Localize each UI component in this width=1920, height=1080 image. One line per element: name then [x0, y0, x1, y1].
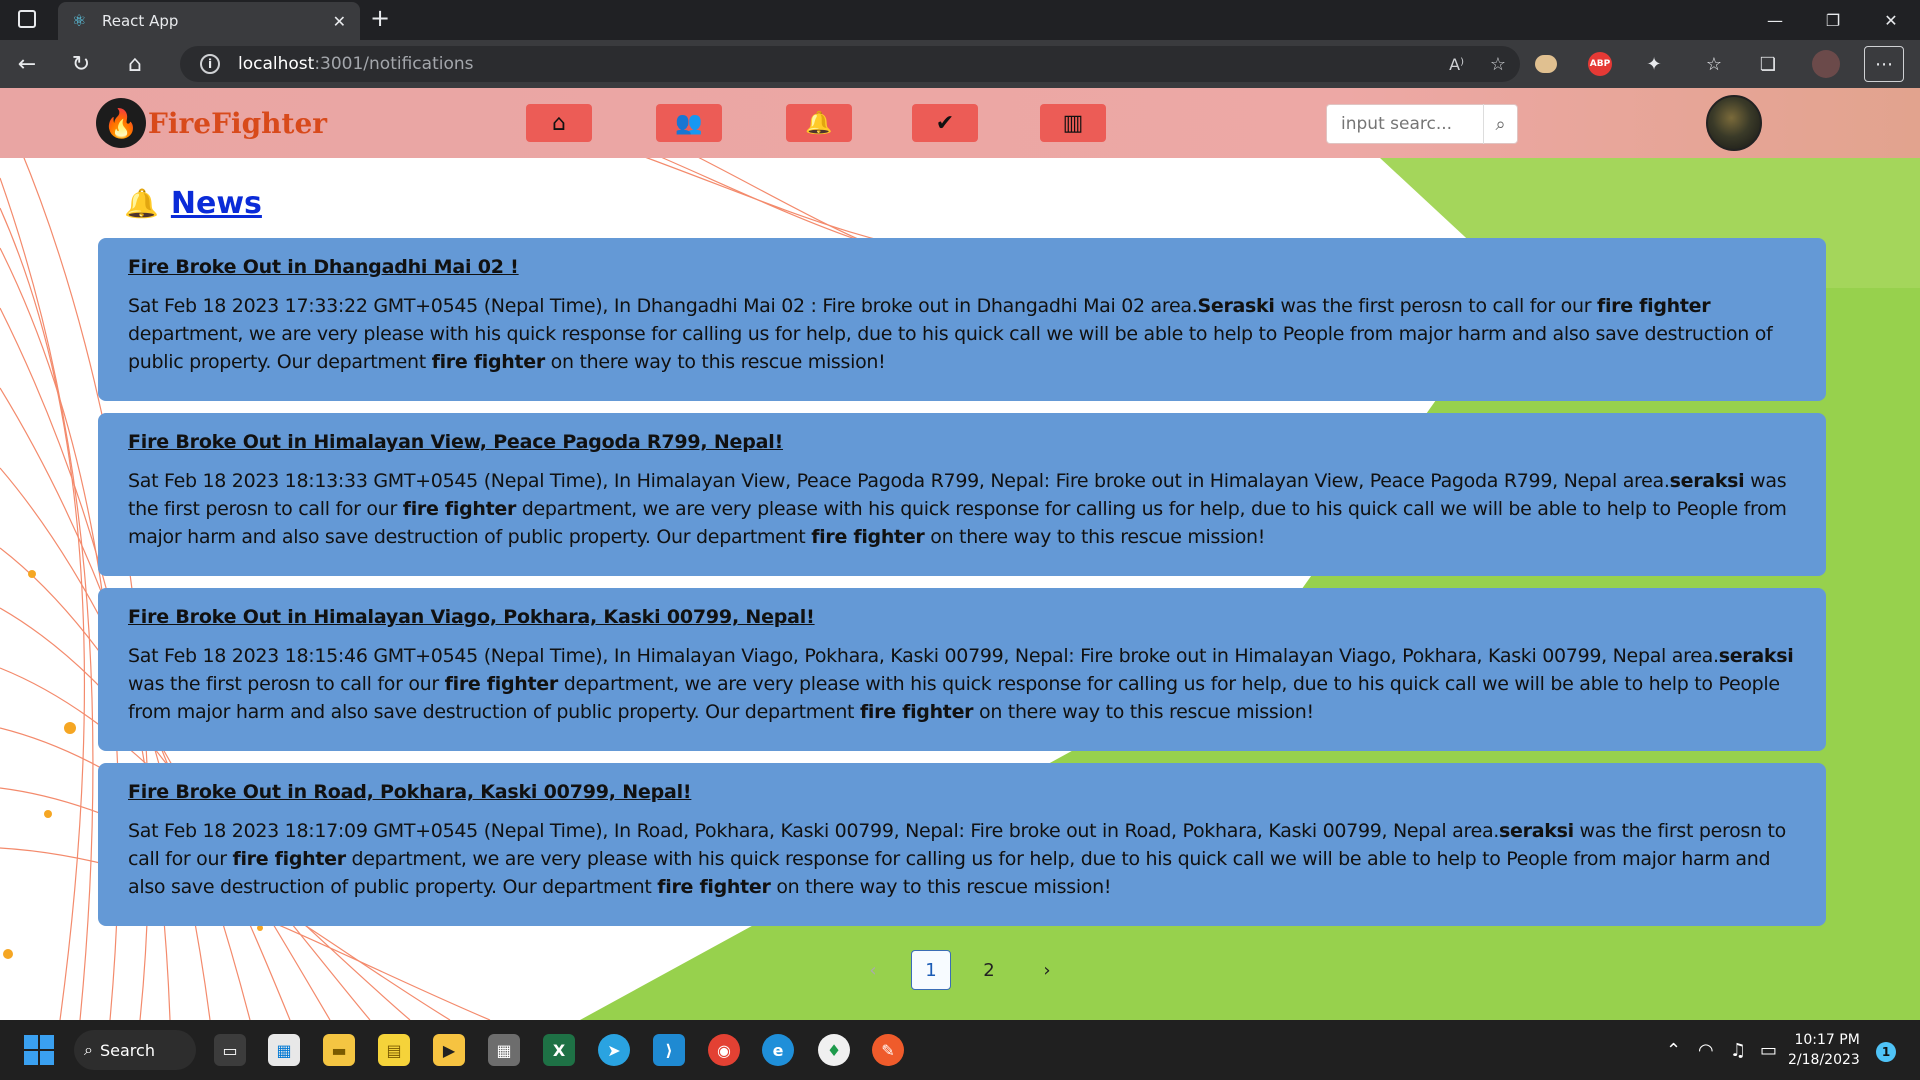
file-explorer-icon[interactable]: ▬ [323, 1034, 355, 1066]
telegram-icon[interactable]: ➤ [598, 1034, 630, 1066]
settings-more-icon[interactable]: ⋯ [1864, 46, 1904, 82]
app-header: 🔥 FireFighter ⌂ 👥 🔔 ✔ ▥ ⌕ [0, 88, 1920, 158]
chrome-icon[interactable]: ◉ [708, 1034, 740, 1066]
pagination: ‹ 1 2 › [0, 950, 1920, 990]
media-player-icon[interactable]: ▶ [433, 1034, 465, 1066]
news-card: Fire Broke Out in Himalayan Viago, Pokha… [98, 588, 1826, 751]
browser-tab[interactable]: ⚛ React App ✕ [58, 2, 360, 40]
search-input[interactable] [1327, 106, 1483, 142]
taskbar-search-label: Search [100, 1040, 155, 1060]
car-app-icon[interactable]: ▭ [214, 1034, 246, 1066]
app-logo[interactable]: 🔥 FireFighter [96, 98, 327, 148]
tab-title: React App [102, 12, 179, 30]
bell-title-icon: 🔔 [124, 187, 159, 220]
mongodb-compass-icon[interactable]: ♦ [818, 1034, 850, 1066]
news-body: Sat Feb 18 2023 18:15:46 GMT+0545 (Nepal… [128, 645, 1794, 723]
read-aloud-icon[interactable]: A⁾ [1449, 55, 1464, 74]
news-body: Sat Feb 18 2023 18:13:33 GMT+0545 (Nepal… [128, 470, 1787, 548]
news-title[interactable]: Fire Broke Out in Himalayan View, Peace … [128, 431, 1796, 453]
wifi-icon[interactable]: ◠ [1698, 1020, 1714, 1080]
clock-time: 10:17 PM [1794, 1032, 1860, 1048]
windows-taskbar: ⌕ Search ▭ ▦ ▬ ▤ ▶ ▦ X ➤ ⟩ ◉ e ♦ ✎ ⌃ ◠ ♫… [0, 1020, 1920, 1080]
store-icon[interactable]: ▦ [268, 1034, 300, 1066]
sticky-notes-icon[interactable]: ▤ [378, 1034, 410, 1066]
page-title[interactable]: News [171, 186, 262, 221]
reload-button[interactable]: ↻ [54, 44, 108, 84]
taskbar-search[interactable]: ⌕ Search [74, 1030, 196, 1070]
url-host: localhost [238, 54, 315, 74]
site-info-icon[interactable]: i [200, 54, 220, 74]
check-circle-icon: ✔ [935, 110, 955, 136]
map-icon: ▥ [1062, 110, 1084, 136]
search-box: ⌕ [1326, 104, 1518, 144]
news-card: Fire Broke Out in Dhangadhi Mai 02 ! Sat… [98, 238, 1826, 401]
notification-badge[interactable]: 1 [1876, 1042, 1896, 1062]
volume-icon[interactable]: ♫ [1730, 1020, 1746, 1080]
favorite-star-icon[interactable]: ☆ [1490, 54, 1506, 75]
nav-map-button[interactable]: ▥ [1040, 104, 1106, 142]
users-icon: 👥 [675, 110, 703, 136]
user-avatar[interactable] [1706, 95, 1762, 151]
search-icon: ⌕ [84, 1040, 93, 1059]
news-title[interactable]: Fire Broke Out in Himalayan Viago, Pokha… [128, 606, 1796, 628]
close-window-button[interactable]: ✕ [1862, 0, 1920, 40]
news-body: Sat Feb 18 2023 17:33:22 GMT+0545 (Nepal… [128, 295, 1773, 373]
adblock-icon[interactable]: ABP [1580, 46, 1620, 82]
maximize-button[interactable]: ❐ [1804, 0, 1862, 40]
new-tab-button[interactable]: + [370, 4, 390, 32]
favorites-icon[interactable]: ☆ [1694, 46, 1734, 82]
postman-icon[interactable]: ✎ [872, 1034, 904, 1066]
home-button[interactable]: ⌂ [108, 44, 162, 84]
minimize-button[interactable]: — [1746, 0, 1804, 40]
news-card: Fire Broke Out in Road, Pokhara, Kaski 0… [98, 763, 1826, 926]
collections-icon[interactable]: ❏ [1748, 46, 1788, 82]
url-field[interactable]: i localhost :3001/notifications A⁾ ☆ [180, 46, 1520, 82]
nav-check-button[interactable]: ✔ [912, 104, 978, 142]
vscode-icon[interactable]: ⟩ [653, 1034, 685, 1066]
taskbar-clock[interactable]: 10:17 PM 2/18/2023 [1788, 1030, 1860, 1070]
profile-avatar-icon[interactable] [1806, 46, 1846, 82]
fire-logo-icon: 🔥 [96, 98, 146, 148]
edge-icon[interactable]: e [762, 1034, 794, 1066]
start-button[interactable] [24, 1035, 54, 1065]
extension-eyes-icon[interactable] [1526, 46, 1566, 82]
home-icon: ⌂ [552, 110, 566, 136]
prev-page-button[interactable]: ‹ [853, 950, 893, 990]
url-path: :3001/notifications [314, 54, 474, 74]
battery-icon[interactable]: ▭ [1760, 1020, 1777, 1080]
bell-icon: 🔔 [805, 110, 833, 136]
nav-home-button[interactable]: ⌂ [526, 104, 592, 142]
web-page: 🔥 FireFighter ⌂ 👥 🔔 ✔ ▥ ⌕ 🔔 News Fire Br… [0, 88, 1920, 1020]
news-title[interactable]: Fire Broke Out in Dhangadhi Mai 02 ! [128, 256, 1796, 278]
extensions-puzzle-icon[interactable]: ✦ [1634, 46, 1674, 82]
nav-notifications-button[interactable]: 🔔 [786, 104, 852, 142]
excel-icon[interactable]: X [543, 1034, 575, 1066]
tab-close-icon[interactable]: ✕ [333, 12, 346, 31]
clock-date: 2/18/2023 [1788, 1052, 1860, 1068]
search-icon[interactable]: ⌕ [1483, 104, 1517, 144]
calculator-icon[interactable]: ▦ [488, 1034, 520, 1066]
react-favicon-icon: ⚛ [72, 11, 87, 30]
tab-actions-icon[interactable] [18, 10, 36, 28]
browser-tab-bar: ⚛ React App ✕ + — ❐ ✕ [0, 0, 1920, 40]
news-body: Sat Feb 18 2023 18:17:09 GMT+0545 (Nepal… [128, 820, 1786, 898]
nav-users-button[interactable]: 👥 [656, 104, 722, 142]
address-bar-row: ← ↻ ⌂ i localhost :3001/notifications A⁾… [0, 40, 1920, 88]
news-title[interactable]: Fire Broke Out in Road, Pokhara, Kaski 0… [128, 781, 1796, 803]
brand-name: FireFighter [148, 106, 328, 140]
tray-chevron-icon[interactable]: ⌃ [1666, 1020, 1681, 1080]
page-2-button[interactable]: 2 [969, 950, 1009, 990]
back-button[interactable]: ← [0, 44, 54, 84]
page-title-row: 🔔 News [124, 186, 262, 221]
page-1-button[interactable]: 1 [911, 950, 951, 990]
news-card: Fire Broke Out in Himalayan View, Peace … [98, 413, 1826, 576]
next-page-button[interactable]: › [1027, 950, 1067, 990]
